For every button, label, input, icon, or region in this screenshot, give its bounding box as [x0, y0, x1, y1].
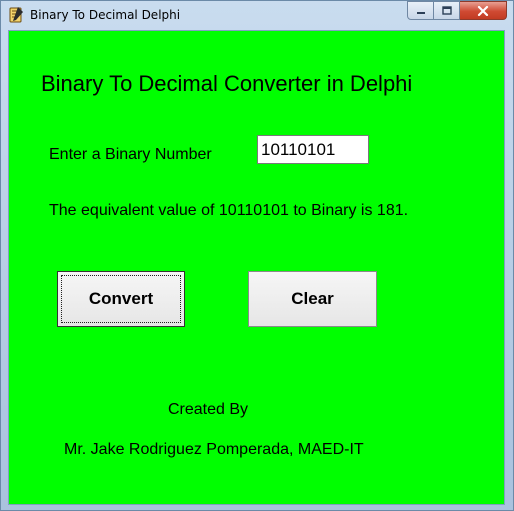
minimize-icon [416, 11, 425, 14]
binary-number-input[interactable] [257, 135, 369, 164]
author-name: Mr. Jake Rodriguez Pomperada, MAED-IT [64, 441, 364, 458]
convert-button[interactable]: Convert [57, 271, 185, 327]
caption-buttons [407, 1, 507, 21]
form-heading: Binary To Decimal Converter in Delphi [41, 71, 413, 96]
created-by-label: Created By [168, 401, 249, 418]
maximize-icon [441, 6, 452, 15]
app-window: Binary To Decimal Delphi Binary To Decim… [0, 0, 514, 511]
close-button[interactable] [460, 1, 507, 20]
focus-rectangle [61, 275, 181, 323]
close-icon [477, 5, 489, 16]
maximize-button[interactable] [434, 1, 460, 20]
delphi-app-icon [7, 6, 25, 24]
form-client-area: Binary To Decimal Converter in Delphi En… [8, 30, 505, 505]
clear-button[interactable]: Clear [248, 271, 377, 327]
result-text: The equivalent value of 10110101 to Bina… [49, 202, 409, 219]
title-bar[interactable]: Binary To Decimal Delphi [1, 1, 513, 29]
input-label: Enter a Binary Number [49, 146, 212, 163]
minimize-button[interactable] [407, 1, 434, 20]
clear-button-label: Clear [291, 289, 334, 308]
window-title: Binary To Decimal Delphi [30, 8, 181, 22]
